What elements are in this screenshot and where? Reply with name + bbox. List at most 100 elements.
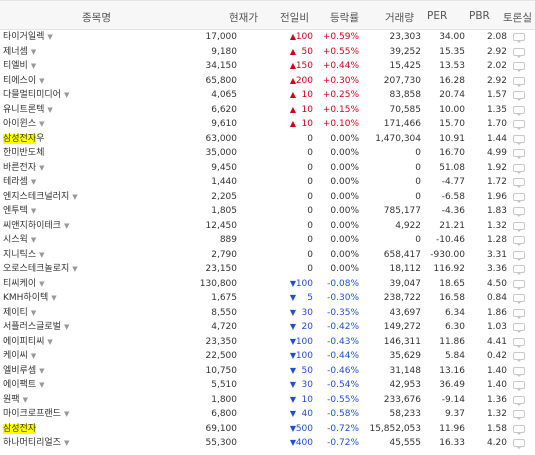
stock-name[interactable]: 제이티 <box>3 308 28 318</box>
stock-name-link[interactable]: KMH하이텍 ▼ <box>3 291 57 306</box>
stock-name[interactable]: 유니트론텍 <box>3 105 44 115</box>
dropdown-arrow-icon[interactable]: ▼ <box>51 294 56 302</box>
discussion-icon[interactable] <box>513 279 526 290</box>
stock-name-link[interactable]: 엔지스테크널러지 ▼ <box>3 190 78 205</box>
dropdown-arrow-icon[interactable]: ▼ <box>31 309 36 317</box>
discussion-icon[interactable] <box>513 308 526 319</box>
stock-name-link[interactable]: 삼성전자우 <box>3 132 44 147</box>
stock-name-link[interactable]: 아이윈스 ▼ <box>3 117 45 132</box>
header-per[interactable]: PER <box>427 10 447 22</box>
dropdown-arrow-icon[interactable]: ▼ <box>31 352 36 360</box>
stock-name-suffix[interactable]: 우 <box>36 134 44 144</box>
discussion-icon[interactable] <box>513 236 526 246</box>
discussion-icon[interactable] <box>513 395 526 406</box>
dropdown-arrow-icon[interactable]: ▼ <box>23 396 28 404</box>
stock-name-link[interactable]: 에이팩트 ▼ <box>3 378 45 393</box>
stock-name[interactable]: 티엘비 <box>3 61 28 71</box>
stock-name-link[interactable]: 원팩 ▼ <box>3 393 28 408</box>
stock-name-link[interactable]: 씨앤지하이테크 ▼ <box>3 219 69 234</box>
stock-name[interactable]: 씨앤지하이테크 <box>3 221 61 231</box>
dropdown-arrow-icon[interactable]: ▼ <box>72 193 77 201</box>
dropdown-arrow-icon[interactable]: ▼ <box>64 222 69 230</box>
dropdown-arrow-icon[interactable]: ▼ <box>39 120 44 128</box>
stock-name-link[interactable]: 테라셈 ▼ <box>3 175 36 190</box>
stock-name[interactable]: 엔투텍 <box>3 206 28 216</box>
stock-name[interactable]: 한미반도체 <box>3 148 44 158</box>
dropdown-arrow-icon[interactable]: ▼ <box>39 251 44 259</box>
dropdown-arrow-icon[interactable]: ▼ <box>31 236 36 244</box>
header-price[interactable]: 현재가 <box>229 10 258 25</box>
discussion-icon[interactable] <box>513 337 526 348</box>
discussion-icon[interactable] <box>513 163 526 174</box>
stock-name[interactable]: 티에스이 <box>3 76 36 86</box>
discussion-icon[interactable] <box>513 192 526 203</box>
stock-name[interactable]: 아이윈스 <box>3 119 36 129</box>
header-name[interactable]: 종목명 <box>82 10 111 25</box>
discussion-icon[interactable] <box>513 366 526 377</box>
stock-name-link[interactable]: 서플러스글로벌 ▼ <box>3 320 69 335</box>
stock-name-link[interactable]: 엘비루셈 ▼ <box>3 364 45 379</box>
stock-name[interactable]: 마이크로프랜드 <box>3 409 61 419</box>
stock-name-link[interactable]: 케이씨 ▼ <box>3 349 36 364</box>
discussion-icon[interactable] <box>513 149 526 159</box>
dropdown-arrow-icon[interactable]: ▼ <box>39 381 44 389</box>
stock-name[interactable]: 시스윅 <box>3 235 28 245</box>
discussion-icon[interactable] <box>513 352 526 362</box>
stock-name-link[interactable]: 한미반도체 <box>3 146 44 161</box>
dropdown-arrow-icon[interactable]: ▼ <box>47 106 52 114</box>
dropdown-arrow-icon[interactable]: ▼ <box>47 338 52 346</box>
stock-name-link[interactable]: 지니틱스 ▼ <box>3 248 45 263</box>
discussion-icon[interactable] <box>513 207 526 217</box>
stock-name-link[interactable]: 바른전자 ▼ <box>3 161 45 176</box>
dropdown-arrow-icon[interactable]: ▼ <box>39 77 44 85</box>
stock-name-link[interactable]: 다믈멀티미디어 ▼ <box>3 88 69 103</box>
stock-name[interactable]: 엘비루셈 <box>3 366 36 376</box>
stock-name-highlight[interactable]: 삼성전자 <box>3 423 37 434</box>
dropdown-arrow-icon[interactable]: ▼ <box>31 62 36 70</box>
stock-name[interactable]: 서플러스글로벌 <box>3 322 61 332</box>
dropdown-arrow-icon[interactable]: ▼ <box>64 439 69 447</box>
discussion-icon[interactable] <box>513 323 526 333</box>
discussion-icon[interactable] <box>513 221 526 232</box>
discussion-icon[interactable] <box>513 120 526 130</box>
discussion-icon[interactable] <box>513 33 526 43</box>
discussion-icon[interactable] <box>513 250 526 261</box>
discussion-icon[interactable] <box>513 105 526 116</box>
stock-name-link[interactable]: 하나머티리얼즈 ▼ <box>3 436 69 451</box>
stock-name[interactable]: 지니틱스 <box>3 250 36 260</box>
stock-name-link[interactable]: 제이티 ▼ <box>3 306 36 321</box>
stock-name[interactable]: 타이거일렉 <box>3 32 44 42</box>
dropdown-arrow-icon[interactable]: ▼ <box>47 33 52 41</box>
stock-name-link[interactable]: 타이거일렉 ▼ <box>3 30 53 45</box>
stock-name[interactable]: KMH하이텍 <box>3 293 48 303</box>
dropdown-arrow-icon[interactable]: ▼ <box>39 164 44 172</box>
discussion-icon[interactable] <box>513 91 526 101</box>
dropdown-arrow-icon[interactable]: ▼ <box>31 178 36 186</box>
stock-name[interactable]: 오로스테크놀로지 <box>3 264 69 274</box>
stock-name-link[interactable]: 오로스테크놀로지 ▼ <box>3 262 78 277</box>
discussion-icon[interactable] <box>513 410 526 420</box>
stock-name-link[interactable]: 삼성전자 <box>3 422 37 437</box>
stock-name-link[interactable]: 티씨케이 ▼ <box>3 277 45 292</box>
stock-name[interactable]: 다믈멀티미디어 <box>3 90 61 100</box>
header-pbr[interactable]: PBR <box>469 10 490 22</box>
discussion-icon[interactable] <box>513 47 526 58</box>
header-change[interactable]: 전일비 <box>280 10 309 25</box>
stock-name-link[interactable]: 제너셈 ▼ <box>3 45 36 60</box>
stock-name-link[interactable]: 시스윅 ▼ <box>3 233 36 248</box>
dropdown-arrow-icon[interactable]: ▼ <box>64 410 69 418</box>
discussion-icon[interactable] <box>513 62 526 72</box>
discussion-icon[interactable] <box>513 265 526 275</box>
header-rate[interactable]: 등락률 <box>330 10 359 25</box>
stock-name[interactable]: 테라셈 <box>3 177 28 187</box>
stock-name[interactable]: 에이피티씨 <box>3 337 44 347</box>
stock-name[interactable]: 티씨케이 <box>3 279 36 289</box>
stock-name-highlight[interactable]: 삼성전자 <box>3 133 37 144</box>
discussion-icon[interactable] <box>513 439 526 449</box>
dropdown-arrow-icon[interactable]: ▼ <box>64 91 69 99</box>
discussion-icon[interactable] <box>513 178 526 188</box>
discussion-icon[interactable] <box>513 294 526 304</box>
stock-name-link[interactable]: 유니트론텍 ▼ <box>3 103 53 118</box>
dropdown-arrow-icon[interactable]: ▼ <box>39 280 44 288</box>
stock-name-link[interactable]: 티에스이 ▼ <box>3 74 45 89</box>
